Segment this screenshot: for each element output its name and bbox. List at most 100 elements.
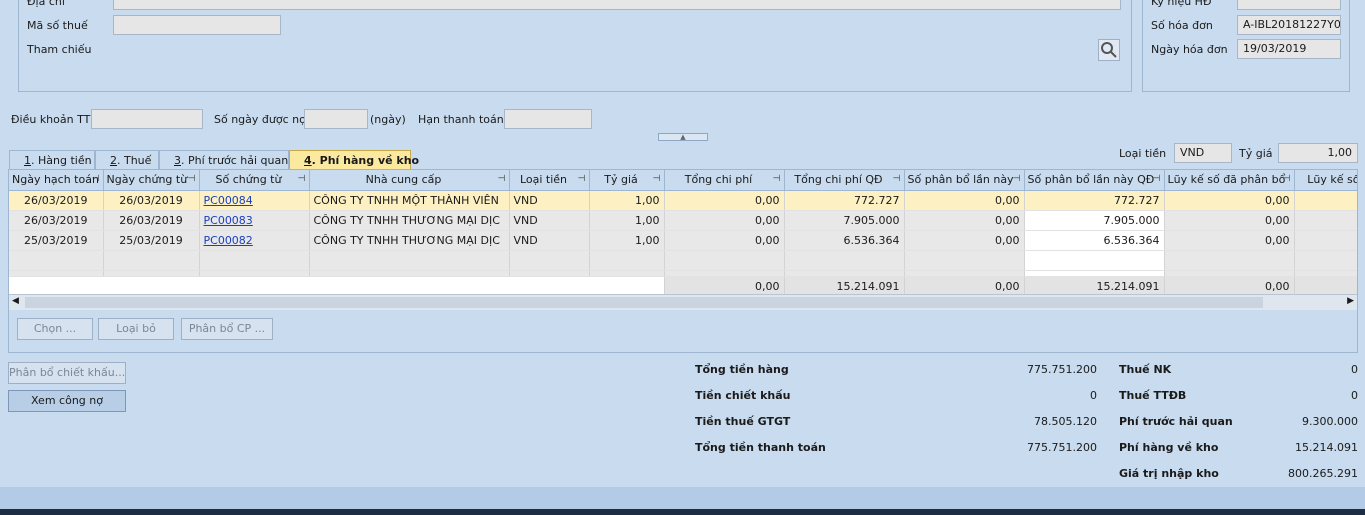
pin-icon[interactable]: ⊣ — [653, 174, 661, 184]
pin-icon[interactable]: ⊣ — [188, 174, 196, 184]
han-tt-field[interactable] — [504, 109, 592, 129]
cell-so-pb-qd[interactable]: 6.536.364 — [1024, 230, 1165, 251]
pin-icon[interactable]: ⊣ — [1013, 174, 1021, 184]
supplier-panel — [18, 0, 1132, 92]
col-so-phan-bo[interactable]: Số phân bổ lần này ⊣ — [904, 170, 1025, 191]
cell-ty-gia[interactable]: 1,00 — [589, 230, 665, 251]
cell-ngay-ct[interactable]: 26/03/2019 — [103, 190, 200, 211]
cell-so-pb[interactable]: 0,00 — [904, 190, 1025, 211]
cell-luy-ke-qd[interactable] — [1294, 210, 1357, 231]
cell-tong-cp[interactable]: 0,00 — [664, 190, 785, 211]
cell-luy-ke[interactable]: 0,00 — [1164, 190, 1295, 211]
cell-ngay-ht[interactable]: 26/03/2019 — [9, 190, 104, 211]
cell-luy-ke[interactable]: 0,00 — [1164, 210, 1295, 231]
ma-so-thue-label: Mã số thuế — [27, 19, 88, 32]
cell-luy-ke[interactable]: 0,00 — [1164, 230, 1295, 251]
col-tong-chi-phi-qd[interactable]: Tổng chi phí QĐ ⊣ — [784, 170, 905, 191]
thue-ttdb-label: Thuế TTĐB — [1119, 389, 1187, 402]
cell-ngay-ct[interactable]: 26/03/2019 — [103, 210, 200, 231]
col-so-phan-bo-qd[interactable]: Số phân bổ lần này QĐ ⊣ — [1024, 170, 1165, 191]
cell-tong-cp-qd[interactable]: 772.727 — [784, 190, 905, 211]
ngay-hoa-don-field[interactable]: 19/03/2019 — [1237, 39, 1341, 59]
cell-so-pb-qd[interactable]: 7.905.000 — [1024, 210, 1165, 231]
cell-ncc[interactable]: CÔNG TY TNHH THƯƠNG MẠI DỊC — [309, 210, 510, 231]
col-tong-chi-phi[interactable]: Tổng chi phí ⊣ — [664, 170, 785, 191]
pin-icon[interactable]: ⊣ — [578, 174, 586, 184]
cell-ncc[interactable]: CÔNG TY TNHH THƯƠNG MẠI DỊC — [309, 230, 510, 251]
cell-loai-tien[interactable]: VND — [509, 230, 590, 251]
cell-tong-cp[interactable]: 0,00 — [664, 230, 785, 251]
ty-gia-field[interactable]: 1,00 — [1278, 143, 1358, 163]
cell-so-ct[interactable]: PC00083 — [199, 210, 310, 231]
collapse-toggle[interactable]: ▲ — [658, 133, 708, 141]
loai-bo-button[interactable]: Loại bỏ — [98, 318, 174, 340]
total-luy-ke: 0,00 — [1164, 275, 1295, 296]
cell-ty-gia[interactable]: 1,00 — [589, 190, 665, 211]
voucher-link[interactable]: PC00084 — [204, 194, 253, 207]
dia-chi-field[interactable] — [113, 0, 1121, 10]
pin-icon[interactable]: ⊣ — [893, 174, 901, 184]
col-nha-cung-cap[interactable]: Nhà cung cấp ⊣ — [309, 170, 510, 191]
col-luy-ke[interactable]: Lũy kế số đã phân bổ ⊣ — [1164, 170, 1295, 191]
cell-ngay-ht[interactable]: 25/03/2019 — [9, 230, 104, 251]
pin-icon[interactable]: ⊣ — [1283, 174, 1291, 184]
cell-ncc[interactable]: CÔNG TY TNHH MỘT THÀNH VIÊN — [309, 190, 510, 211]
col-ty-gia[interactable]: Tỷ giá ⊣ — [589, 170, 665, 191]
col-so-chung-tu[interactable]: Số chứng từ ⊣ — [199, 170, 310, 191]
so-ngay-field[interactable] — [304, 109, 368, 129]
cell-tong-cp-qd[interactable]: 7.905.000 — [784, 210, 905, 231]
col-ngay-hach-toan[interactable]: Ngày hạch toán ⊣ — [9, 170, 104, 191]
loai-tien-field[interactable]: VND — [1174, 143, 1232, 163]
voucher-link[interactable]: PC00082 — [204, 234, 253, 247]
pin-icon[interactable]: ⊣ — [1153, 174, 1161, 184]
thue-ttdb-value: 0 — [1351, 389, 1358, 402]
phan-bo-cp-button[interactable]: Phân bổ CP ... — [181, 318, 273, 340]
tab-hang-tien[interactable]: 1. Hàng tiền — [9, 150, 95, 170]
table-row[interactable]: 26/03/2019 26/03/2019 PC00083 CÔNG TY TN… — [9, 210, 1357, 231]
cell-so-ct[interactable]: PC00082 — [199, 230, 310, 251]
cell-so-pb[interactable]: 0,00 — [904, 210, 1025, 231]
cell-ngay-ht[interactable]: 26/03/2019 — [9, 210, 104, 231]
xem-cong-no-button[interactable]: Xem công nợ — [8, 390, 126, 412]
table-row[interactable]: 26/03/2019 26/03/2019 PC00084 CÔNG TY TN… — [9, 190, 1357, 211]
cell-ngay-ct[interactable]: 25/03/2019 — [103, 230, 200, 251]
ma-so-thue-field[interactable] — [113, 15, 281, 35]
phan-bo-chiet-khau-button[interactable]: Phân bổ chiết khấu... — [8, 362, 126, 384]
cell-luy-ke-qd[interactable] — [1294, 230, 1357, 251]
cell-ty-gia[interactable]: 1,00 — [589, 210, 665, 231]
dieu-khoan-field[interactable] — [91, 109, 203, 129]
voucher-link[interactable]: PC00083 — [204, 214, 253, 227]
scroll-thumb[interactable] — [25, 297, 1263, 308]
cell-loai-tien[interactable]: VND — [509, 190, 590, 211]
table-row-empty[interactable] — [9, 250, 1357, 271]
col-loai-tien[interactable]: Loại tiền ⊣ — [509, 170, 590, 191]
cell-tong-cp[interactable]: 0,00 — [664, 210, 785, 231]
tab-phi-hang-ve-kho[interactable]: 4. Phí hàng về kho — [289, 150, 419, 170]
tham-chieu-label: Tham chiếu — [27, 43, 92, 56]
table-row[interactable]: 25/03/2019 25/03/2019 PC00082 CÔNG TY TN… — [9, 230, 1357, 251]
cell-tong-cp-qd[interactable]: 6.536.364 — [784, 230, 905, 251]
pin-icon[interactable]: ⊣ — [92, 174, 100, 184]
pin-icon[interactable]: ⊣ — [298, 174, 306, 184]
search-reference-button[interactable] — [1098, 39, 1120, 61]
so-hoa-don-field[interactable]: A-IBL20181227Y0 — [1237, 15, 1341, 35]
so-ngay-label: Số ngày được nợ — [214, 113, 306, 126]
scroll-right-icon[interactable]: ▶ — [1347, 296, 1354, 306]
cell-so-pb-qd[interactable]: 772.727 — [1024, 190, 1165, 211]
scroll-left-icon[interactable]: ◀ — [12, 296, 19, 306]
cell-so-pb[interactable]: 0,00 — [904, 230, 1025, 251]
gia-tri-nhap-kho-label: Giá trị nhập kho — [1119, 467, 1219, 480]
tab-thue[interactable]: 2. Thuế — [95, 150, 159, 170]
col-luy-ke-qd[interactable]: Lũy kế số đã — [1294, 170, 1357, 191]
ky-hieu-hd-field[interactable] — [1237, 0, 1341, 10]
cell-loai-tien[interactable]: VND — [509, 210, 590, 231]
cell-so-ct[interactable]: PC00084 — [199, 190, 310, 211]
tab-phi-truoc-hai-quan[interactable]: 3. Phí trước hải quan — [159, 150, 289, 170]
table-total-row: 0,00 15.214.091 0,00 15.214.091 0,00 — [9, 275, 1357, 296]
horizontal-scrollbar[interactable]: ◀ ▶ — [9, 294, 1357, 310]
pin-icon[interactable]: ⊣ — [498, 174, 506, 184]
cell-luy-ke-qd[interactable] — [1294, 190, 1357, 211]
col-ngay-chung-tu[interactable]: Ngày chứng từ ⊣ — [103, 170, 200, 191]
pin-icon[interactable]: ⊣ — [773, 174, 781, 184]
chon-button[interactable]: Chọn ... — [17, 318, 93, 340]
